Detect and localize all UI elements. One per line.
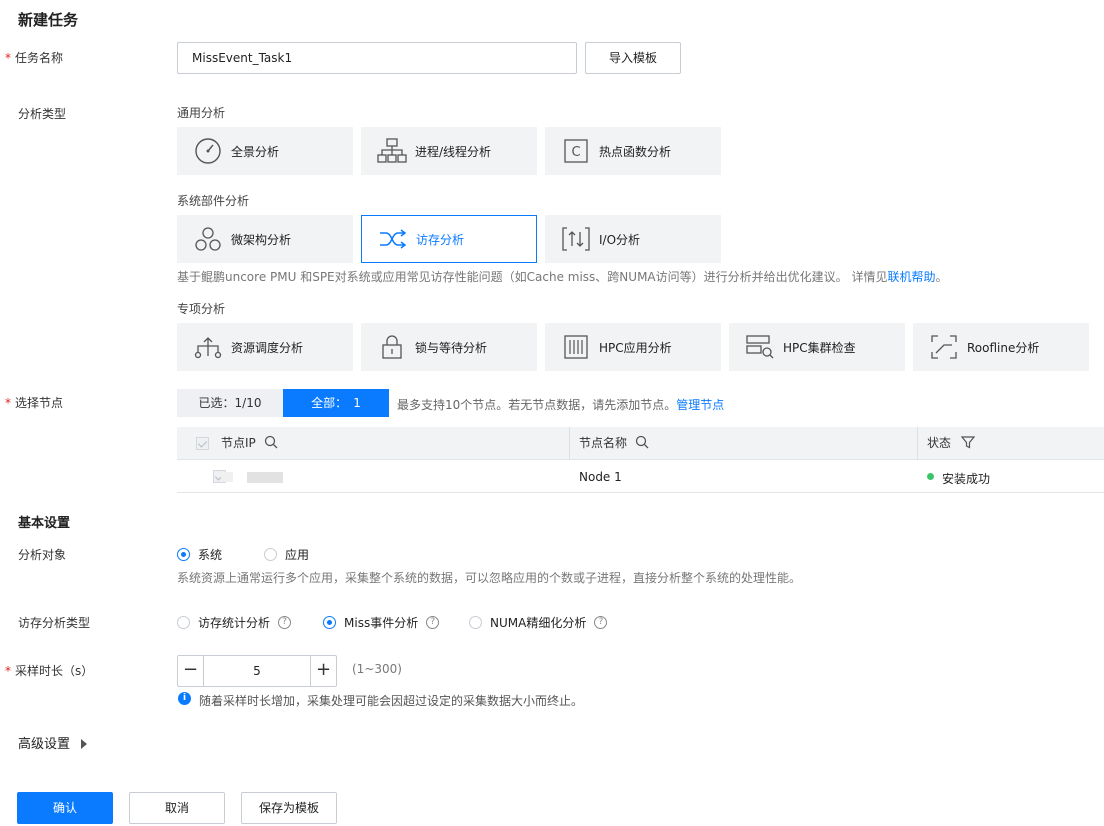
select-all-checkbox[interactable] (196, 437, 209, 450)
decrement-button[interactable]: − (178, 656, 204, 686)
filter-icon[interactable] (960, 435, 976, 449)
manage-nodes-link[interactable]: 管理节点 (676, 398, 724, 412)
card-hpc-cluster[interactable]: HPC集群检查 (729, 323, 905, 371)
masked-ip (221, 472, 233, 482)
card-hotspot-function[interactable]: C 热点函数分析 (545, 127, 721, 175)
sample-time-label: * 采样时长（s） (5, 664, 94, 678)
roofline-chart-icon (929, 332, 959, 362)
task-name-label: * 任务名称 (5, 51, 64, 65)
radio-dot (264, 548, 277, 561)
search-icon[interactable] (264, 435, 278, 449)
analysis-object-hint: 系统资源上通常运行多个应用，采集整个系统的数据，可以忽略应用的个数或子进程，直接… (177, 571, 802, 585)
task-name-input[interactable]: MissEvent_Task1 (177, 42, 577, 74)
basic-settings-title: 基本设置 (18, 516, 71, 531)
card-roofline[interactable]: Roofline分析 (913, 323, 1089, 371)
radio-dot (469, 616, 482, 629)
sample-time-input[interactable]: 5 (204, 656, 310, 686)
col-node-name: 节点名称 (579, 427, 649, 459)
shuffle-icon (378, 224, 408, 254)
increment-button[interactable]: + (310, 656, 336, 686)
hierarchy-icon (377, 136, 407, 166)
radio-dot (177, 548, 190, 561)
tab-all-nodes[interactable]: 全部： 1 (283, 389, 389, 417)
mem-type-label: 访存分析类型 (18, 616, 91, 630)
import-template-button[interactable]: 导入模板 (585, 42, 681, 74)
status-dot (927, 473, 934, 480)
system-analysis-title: 系统部件分析 (177, 194, 250, 208)
node-select-hint: 最多支持10个节点。若无节点数据，请先添加节点。管理节点 (397, 398, 725, 412)
gauge-icon (193, 136, 223, 166)
radio-miss-event[interactable]: Miss事件分析? (323, 614, 440, 631)
server-rack-icon (561, 332, 591, 362)
sample-time-range: (1~300) (352, 662, 402, 676)
lock-icon (377, 332, 407, 362)
help-icon[interactable]: ? (594, 616, 608, 629)
page-title: 新建任务 (18, 11, 79, 29)
analysis-type-label: 分析类型 (18, 107, 67, 121)
radio-dot (177, 616, 190, 629)
memory-analysis-hint: 基于鲲鹏uncore PMU 和SPE对系统或应用常见访存性能问题（如Cache… (177, 270, 948, 284)
radio-dot (323, 616, 336, 629)
online-help-link[interactable]: 联机帮助 (887, 270, 935, 284)
analysis-object-label: 分析对象 (18, 548, 67, 562)
search-icon[interactable] (635, 435, 649, 449)
radio-mem-stat[interactable]: 访存统计分析? (177, 614, 292, 631)
function-c-icon: C (561, 136, 591, 166)
card-resource-scheduling[interactable]: 资源调度分析 (177, 323, 353, 371)
sample-time-hint: 随着采样时长增加，采集处理可能会因超过设定的采集数据大小而终止。 (199, 694, 584, 708)
col-status: 状态 (927, 427, 976, 459)
card-memory-access[interactable]: 访存分析 (361, 215, 537, 263)
info-icon: i (178, 692, 191, 705)
cancel-button[interactable]: 取消 (129, 792, 225, 824)
node-name-cell: Node 1 (579, 470, 622, 484)
col-divider (569, 427, 570, 460)
save-template-button[interactable]: 保存为模板 (241, 792, 337, 824)
radio-application[interactable]: 应用 (264, 546, 309, 563)
cluster-search-icon (745, 332, 775, 362)
col-divider (917, 427, 918, 460)
card-microarch[interactable]: 微架构分析 (177, 215, 353, 263)
radio-numa-fine[interactable]: NUMA精细化分析? (469, 614, 608, 631)
scheduling-icon (193, 332, 223, 362)
card-hpc-app[interactable]: HPC应用分析 (545, 323, 721, 371)
col-node-ip: 节点IP (221, 427, 278, 459)
help-icon[interactable]: ? (278, 616, 292, 629)
general-analysis-title: 通用分析 (177, 106, 226, 120)
io-arrows-icon (561, 224, 591, 254)
caret-right-icon (81, 739, 88, 749)
special-analysis-title: 专项分析 (177, 302, 226, 316)
card-process-thread[interactable]: 进程/线程分析 (361, 127, 537, 175)
node-select-label: * 选择节点 (5, 396, 64, 410)
masked-ip (247, 472, 283, 483)
confirm-button[interactable]: 确认 (17, 792, 113, 824)
card-io[interactable]: I/O分析 (545, 215, 721, 263)
help-icon[interactable]: ? (426, 616, 440, 629)
radio-system[interactable]: 系统 (177, 546, 222, 563)
advanced-settings-toggle[interactable]: 高级设置 (18, 733, 88, 752)
svg-text:C: C (571, 145, 580, 160)
card-panorama[interactable]: 全景分析 (177, 127, 353, 175)
status-cell: 安装成功 (942, 472, 991, 486)
card-lock-wait[interactable]: 锁与等待分析 (361, 323, 537, 371)
nodes-icon (193, 224, 223, 254)
tab-selected-nodes[interactable]: 已选：1/10 (177, 389, 283, 417)
